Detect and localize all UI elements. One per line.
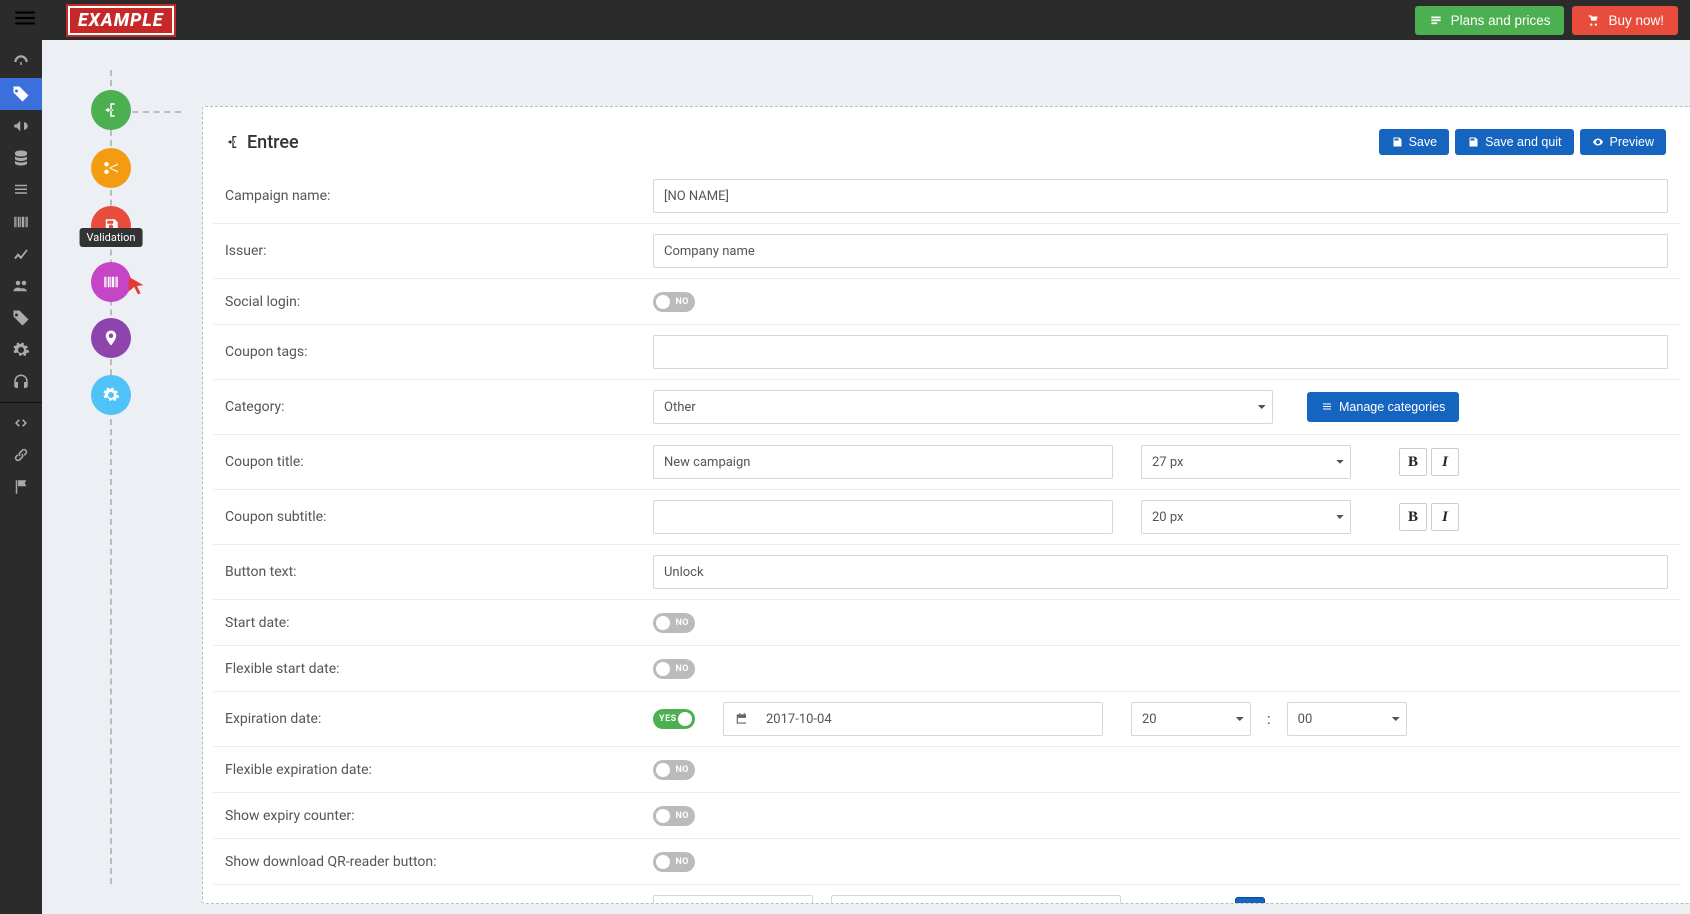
calendar-icon: [724, 712, 760, 726]
issuer-input[interactable]: [653, 234, 1668, 268]
subtitle-size-select[interactable]: 20 px: [1141, 500, 1351, 534]
save-button[interactable]: Save: [1379, 129, 1450, 155]
left-rail: [0, 0, 42, 914]
rail-link-icon[interactable]: [0, 439, 42, 471]
label-coupon-tags: Coupon tags:: [213, 344, 653, 360]
label-social-login: Social login:: [213, 294, 653, 310]
save-quit-button[interactable]: Save and quit: [1455, 129, 1573, 155]
step-validation[interactable]: [91, 262, 131, 302]
plans-label: Plans and prices: [1451, 13, 1551, 28]
plans-button[interactable]: Plans and prices: [1415, 6, 1565, 35]
step-location[interactable]: [91, 318, 131, 358]
label-category: Category:: [213, 399, 653, 415]
label-campaign-name: Campaign name:: [213, 188, 653, 204]
title-italic-button[interactable]: I: [1431, 448, 1459, 476]
coupon-subtitle-input[interactable]: [653, 500, 1113, 534]
label-show-expiry: Show expiry counter:: [213, 808, 653, 824]
max-campaigns-input[interactable]: [653, 895, 813, 904]
label-expiration-date: Expiration date:: [213, 711, 653, 727]
expiration-date-input[interactable]: [723, 702, 1103, 736]
flexible-start-toggle[interactable]: NO: [653, 659, 695, 679]
title-bold-button[interactable]: B: [1399, 448, 1427, 476]
time-colon: :: [1255, 710, 1283, 728]
label-flexible-expiration: Flexible expiration date:: [213, 762, 653, 778]
label-coupon-subtitle: Coupon subtitle:: [213, 509, 653, 525]
rail-chart-icon[interactable]: [0, 238, 42, 270]
start-date-toggle[interactable]: NO: [653, 613, 695, 633]
step-tooltip: Validation: [80, 228, 143, 247]
rail-list-icon[interactable]: [0, 174, 42, 206]
rail-dashboard-icon[interactable]: [0, 46, 42, 78]
flexible-expiration-toggle[interactable]: NO: [653, 760, 695, 780]
rail-support-icon[interactable]: [0, 366, 42, 398]
subtitle-bold-button[interactable]: B: [1399, 503, 1427, 531]
content: Validation Entree Save Save and quit Pre…: [42, 40, 1690, 914]
label-flexible-start: Flexible start date:: [213, 661, 653, 677]
campaign-name-input[interactable]: [653, 179, 1668, 213]
coupon-title-input[interactable]: [653, 445, 1113, 479]
cursor-pointer-icon: [126, 275, 148, 297]
step-entree[interactable]: [91, 90, 131, 130]
step-settings[interactable]: [91, 375, 131, 415]
subtitle-italic-button[interactable]: I: [1431, 503, 1459, 531]
step-scissors[interactable]: [91, 148, 131, 188]
topbar: EXAMPLE Plans and prices Buy now!: [0, 0, 1690, 40]
manage-categories-button[interactable]: Manage categories: [1307, 392, 1459, 422]
title-size-select[interactable]: 27 px: [1141, 445, 1351, 479]
stats-button[interactable]: [1235, 897, 1265, 904]
show-expiry-toggle[interactable]: NO: [653, 806, 695, 826]
enter-icon: [225, 134, 241, 150]
form-body: Campaign name: Issuer: Social login: NO …: [203, 169, 1690, 904]
hamburger-icon[interactable]: [12, 5, 38, 35]
rail-database-icon[interactable]: [0, 142, 42, 174]
label-button-text: Button text:: [213, 564, 653, 580]
rail-cogs-icon[interactable]: [0, 334, 42, 366]
rail-horn-icon[interactable]: [0, 110, 42, 142]
social-login-toggle[interactable]: NO: [653, 292, 695, 312]
preview-button[interactable]: Preview: [1580, 129, 1666, 155]
expiration-min-select[interactable]: 00: [1287, 702, 1407, 736]
expiration-toggle[interactable]: YES: [653, 709, 695, 729]
button-text-input[interactable]: [653, 555, 1668, 589]
page-title: Entree: [225, 132, 299, 153]
max-type-select[interactable]: Validations: [831, 895, 1121, 904]
rail-users-icon[interactable]: [0, 270, 42, 302]
label-coupon-title: Coupon title:: [213, 454, 653, 470]
coupon-tags-input[interactable]: [653, 335, 1668, 369]
buy-label: Buy now!: [1608, 13, 1664, 28]
rail-tags-icon[interactable]: [0, 302, 42, 334]
logo: EXAMPLE: [68, 6, 174, 35]
label-issuer: Issuer:: [213, 243, 653, 259]
form-panel: Entree Save Save and quit Preview Campai…: [202, 106, 1690, 904]
steps-column: Validation: [66, 70, 156, 884]
label-start-date: Start date:: [213, 615, 653, 631]
buy-button[interactable]: Buy now!: [1572, 6, 1678, 35]
expiration-hour-select[interactable]: 20: [1131, 702, 1251, 736]
rail-coupons-icon[interactable]: [0, 78, 42, 110]
rail-flag-icon[interactable]: [0, 471, 42, 503]
rail-barcode-icon[interactable]: [0, 206, 42, 238]
form-header: Entree Save Save and quit Preview: [203, 107, 1690, 169]
label-show-qr: Show download QR-reader button:: [213, 854, 653, 870]
rail-code-icon[interactable]: [0, 407, 42, 439]
show-qr-toggle[interactable]: NO: [653, 852, 695, 872]
category-select[interactable]: Other: [653, 390, 1273, 424]
